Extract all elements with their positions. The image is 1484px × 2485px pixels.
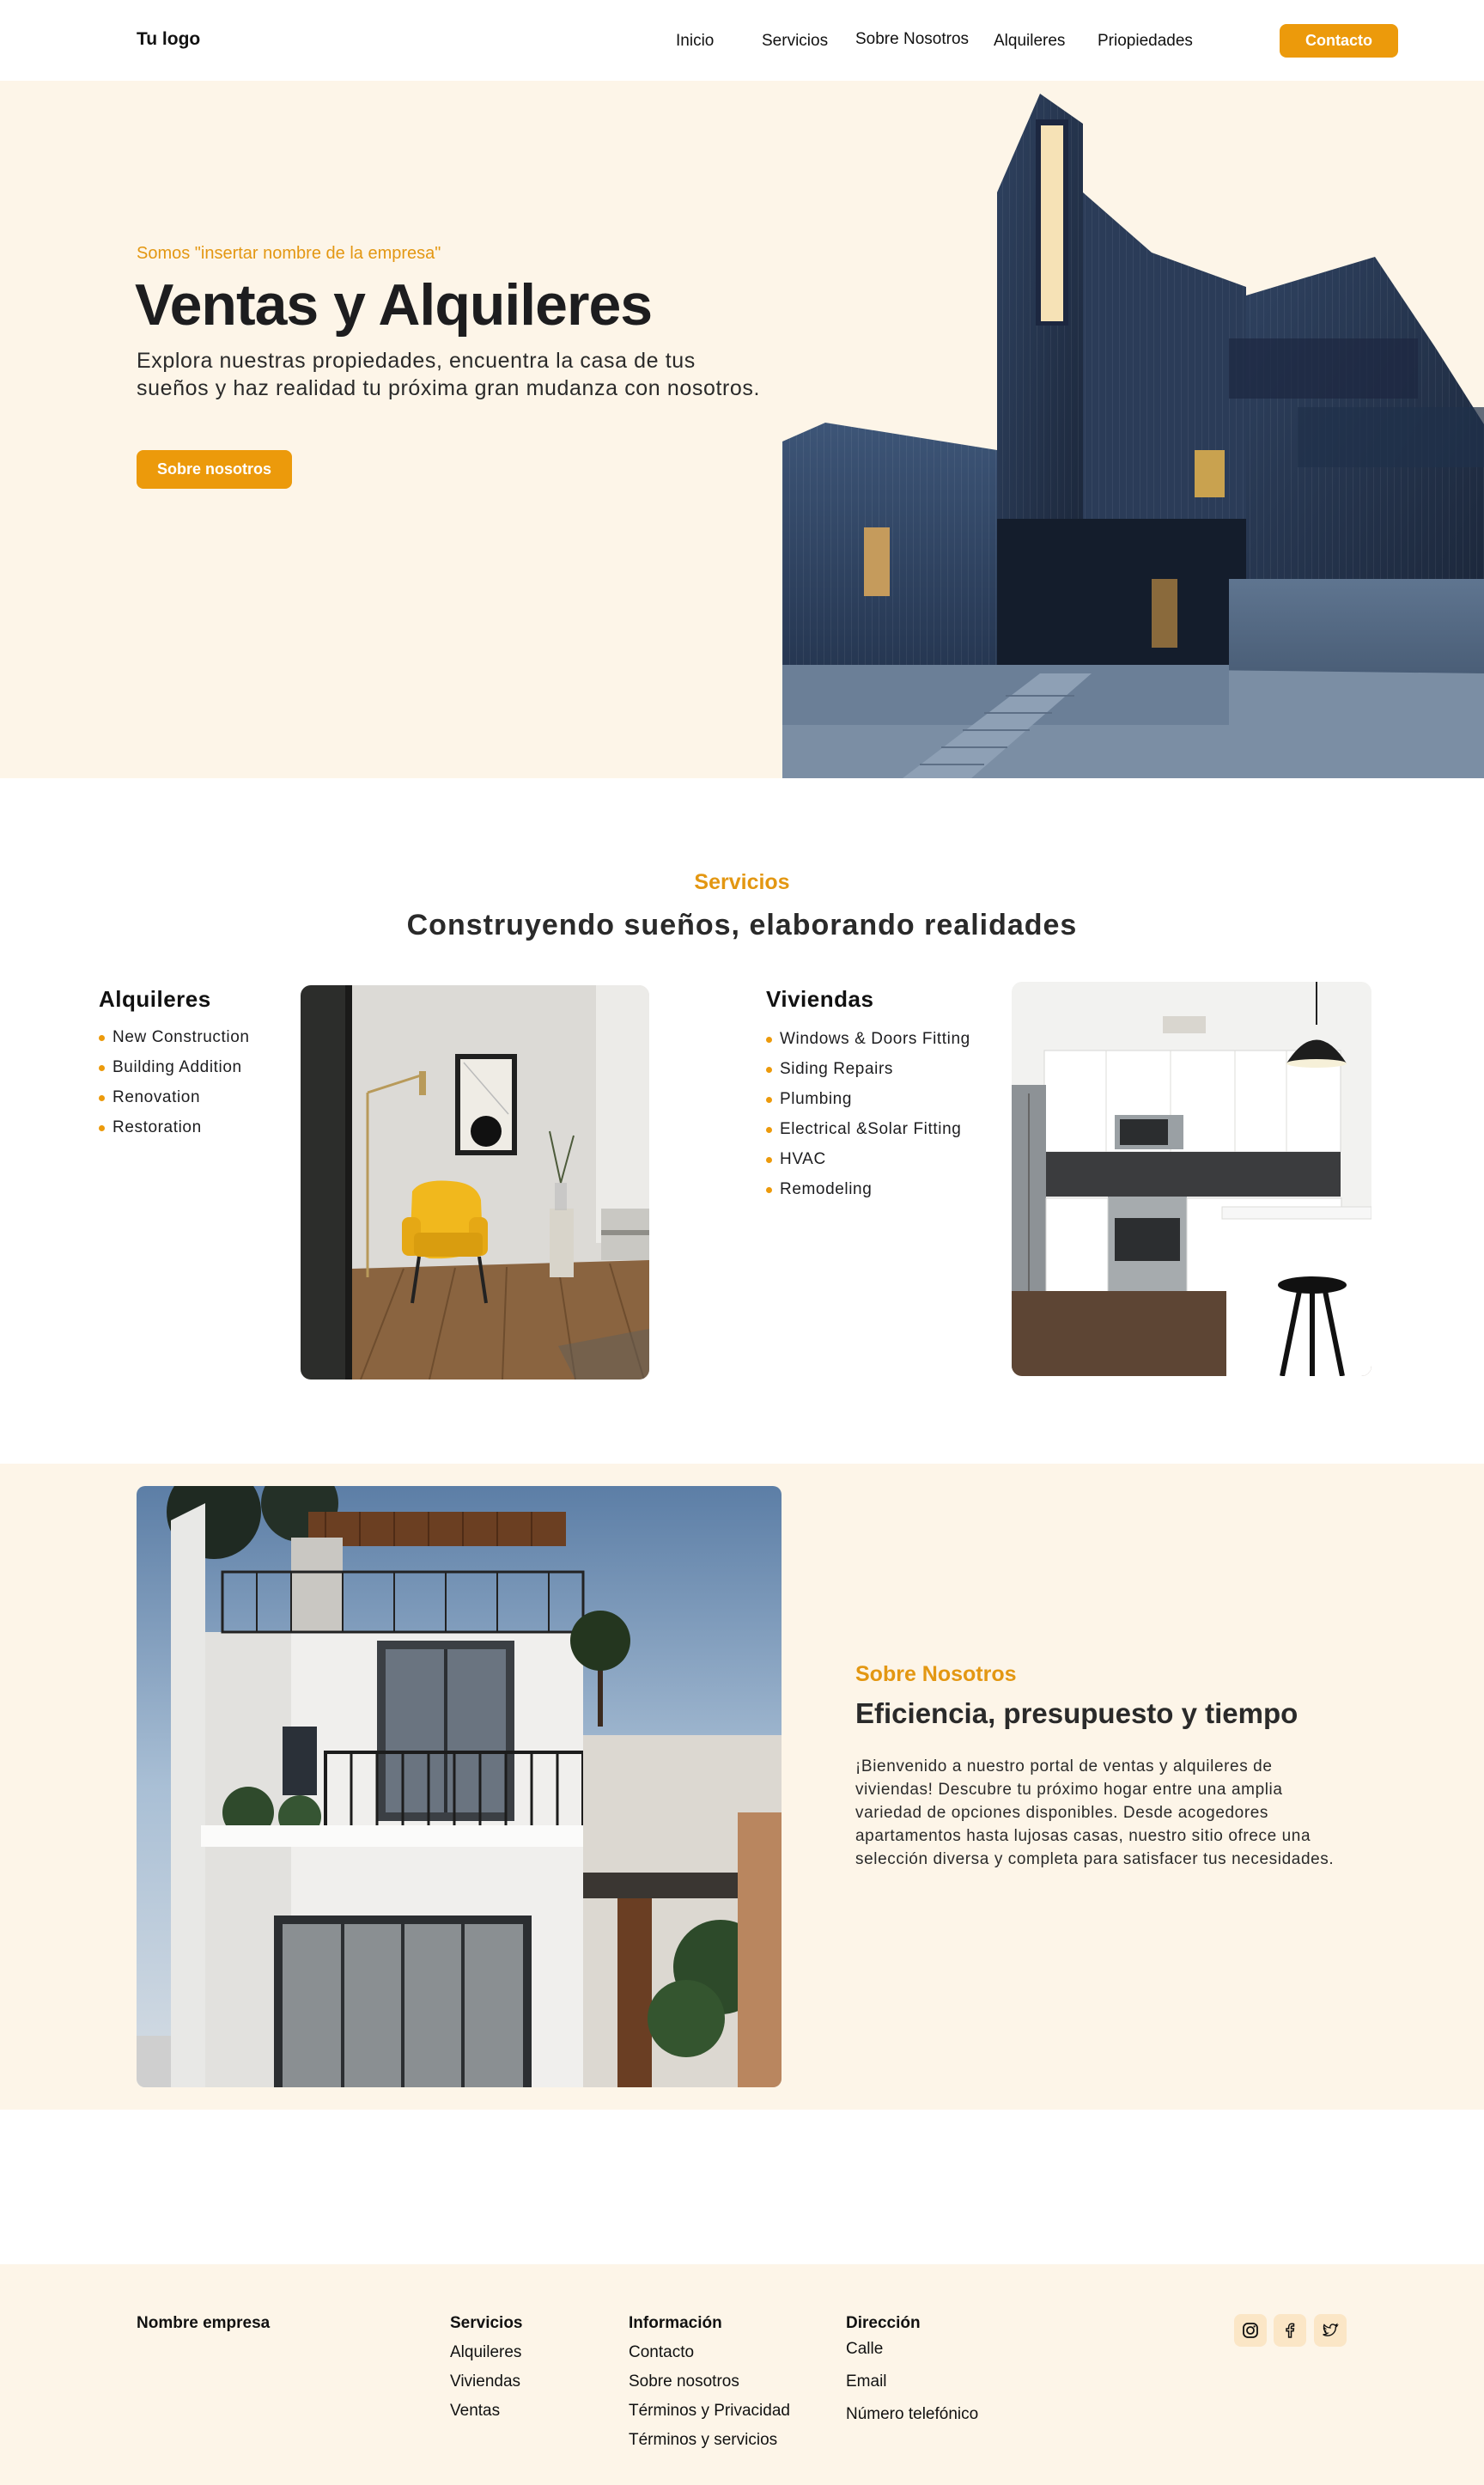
footer-address-street: Calle <box>846 2340 884 2358</box>
rentals-list: New Construction Building Addition Renov… <box>99 1022 250 1142</box>
instagram-icon[interactable] <box>1234 2314 1267 2347</box>
facebook-icon[interactable] <box>1274 2314 1306 2347</box>
footer-info-heading: Información <box>629 2314 722 2332</box>
kitchen-image <box>1012 982 1371 1376</box>
about-title: Eficiencia, presupuesto y tiempo <box>855 1697 1298 1729</box>
list-item: Building Addition <box>99 1052 250 1082</box>
twitter-icon[interactable] <box>1314 2314 1347 2347</box>
footer-link-alquileres[interactable]: Alquileres <box>450 2343 521 2362</box>
rentals-heading: Alquileres <box>99 986 211 1012</box>
contact-button[interactable]: Contacto <box>1280 24 1398 58</box>
footer-link-viviendas[interactable]: Viviendas <box>450 2372 520 2391</box>
modern-house-image <box>137 1486 782 2087</box>
services-eyebrow: Servicios <box>694 870 790 894</box>
footer-address-email: Email <box>846 2372 887 2391</box>
nav-link-inicio[interactable]: Inicio <box>676 32 714 51</box>
about-text: ¡Bienvenido a nuestro portal de ventas y… <box>855 1757 1335 1868</box>
homes-heading: Viviendas <box>766 986 874 1012</box>
hero-title: Ventas y Alquileres <box>135 272 653 338</box>
list-item: Restoration <box>99 1112 250 1142</box>
list-item: Siding Repairs <box>766 1054 970 1084</box>
footer-link-sobre-nosotros[interactable]: Sobre nosotros <box>629 2372 739 2391</box>
list-item: Renovation <box>99 1082 250 1112</box>
footer-link-privacidad[interactable]: Términos y Privacidad <box>629 2402 790 2421</box>
site-logo[interactable]: Tu logo <box>137 29 200 50</box>
services-title: Construyendo sueños, elaborando realidad… <box>406 909 1078 941</box>
nav-link-servicios[interactable]: Servicios <box>762 32 828 51</box>
list-item: HVAC <box>766 1144 970 1174</box>
list-item: Windows & Doors Fitting <box>766 1024 970 1054</box>
list-item: Plumbing <box>766 1084 970 1114</box>
footer-address-heading: Dirección <box>846 2314 921 2332</box>
footer-link-contacto[interactable]: Contacto <box>629 2343 694 2362</box>
hero-house-image <box>782 81 1484 778</box>
footer-services-heading: Servicios <box>450 2314 523 2332</box>
list-item: Electrical &Solar Fitting <box>766 1114 970 1144</box>
top-navigation: Tu logo Inicio Servicios Sobre Nosotros … <box>0 0 1484 81</box>
list-item: Remodeling <box>766 1174 970 1204</box>
nav-link-propiedades[interactable]: Priopiedades <box>1098 32 1193 51</box>
nav-link-alquileres[interactable]: Alquileres <box>994 32 1065 51</box>
hero-description: Explora nuestras propiedades, encuentra … <box>137 349 761 400</box>
footer-link-servicios[interactable]: Términos y servicios <box>629 2431 777 2450</box>
footer-address-phone: Número telefónico <box>846 2405 979 2423</box>
nav-link-sobre-nosotros[interactable]: Sobre Nosotros <box>855 30 969 49</box>
living-room-image <box>301 985 649 1380</box>
footer-company-name: Nombre empresa <box>137 2314 271 2332</box>
footer <box>0 2264 1484 2485</box>
about-eyebrow: Sobre Nosotros <box>855 1662 1017 1686</box>
about-us-button[interactable]: Sobre nosotros <box>137 450 292 489</box>
list-item: New Construction <box>99 1022 250 1052</box>
footer-link-ventas[interactable]: Ventas <box>450 2402 500 2421</box>
hero-eyebrow: Somos "insertar nombre de la empresa" <box>137 244 441 263</box>
homes-list: Windows & Doors Fitting Siding Repairs P… <box>766 1024 970 1204</box>
